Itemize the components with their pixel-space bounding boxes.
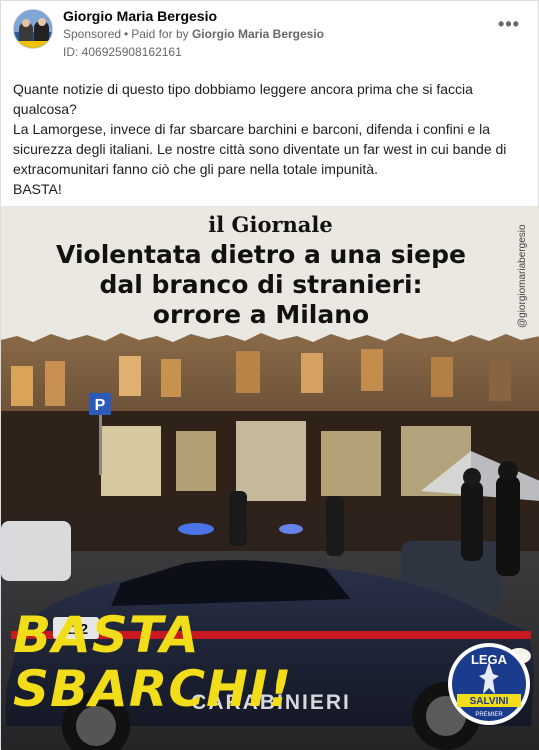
sponsored-line: Sponsored • Paid for by Giorgio Maria Berg… bbox=[63, 27, 324, 41]
svg-text:@giorgiomariabergesio: @giorgiomariabergesio bbox=[517, 224, 528, 328]
headline-line: dal branco di stranieri: bbox=[99, 270, 423, 299]
slogan: BASTA SBARCHI! bbox=[13, 608, 292, 716]
slogan-line-2: SBARCHI! bbox=[13, 660, 293, 718]
headline-line: Violentata dietro a una siepe bbox=[56, 240, 466, 269]
slogan-line-1: BASTA bbox=[13, 606, 200, 664]
watermark-handle: @giorgiomariabergesio bbox=[517, 224, 528, 328]
svg-text:P: P bbox=[95, 397, 106, 414]
page-name-link[interactable]: Giorgio Maria Bergesio bbox=[63, 8, 217, 24]
more-options-button[interactable]: ••• bbox=[496, 15, 522, 37]
post-line-body: La Lamorgese, invece di far sbarcare bar… bbox=[13, 121, 507, 177]
svg-text:PREMIER: PREMIER bbox=[475, 712, 503, 718]
sponsored-post-card: Giorgio Maria Bergesio Sponsored • Paid fo… bbox=[0, 0, 539, 750]
post-text: Quante notizie di questo tipo dobbiamo l… bbox=[13, 79, 523, 199]
avatar-face-left bbox=[22, 19, 30, 27]
headline-line: orrore a Milano bbox=[152, 300, 370, 329]
post-line-basta: BASTA! bbox=[13, 181, 62, 197]
avatar-band bbox=[14, 41, 52, 48]
svg-text:SALVINI: SALVINI bbox=[470, 696, 509, 707]
svg-text:LEGA: LEGA bbox=[471, 652, 508, 667]
ad-creative-image[interactable]: P 112 CARABINIERI il Giornale Violentata… bbox=[1, 206, 539, 750]
separator-dot: • bbox=[124, 27, 129, 41]
lega-salvini-premier-logo: LEGA SALVINI PREMIER bbox=[448, 643, 530, 725]
newspaper-masthead: il Giornale bbox=[208, 212, 333, 237]
paid-for-prefix: Paid for by bbox=[131, 27, 189, 41]
paid-for-name: Giorgio Maria Bergesio bbox=[191, 27, 324, 41]
page-avatar[interactable] bbox=[13, 9, 53, 49]
avatar-face-right bbox=[38, 18, 46, 26]
ad-id: ID: 406925908162161 bbox=[63, 45, 182, 59]
post-header: Giorgio Maria Bergesio Sponsored • Paid fo… bbox=[1, 1, 539, 67]
newspaper-headline: Violentata dietro a una siepe dal branco… bbox=[11, 240, 511, 330]
post-line-question: Quante notizie di questo tipo dobbiamo l… bbox=[13, 81, 473, 117]
sponsored-label: Sponsored bbox=[63, 27, 122, 41]
